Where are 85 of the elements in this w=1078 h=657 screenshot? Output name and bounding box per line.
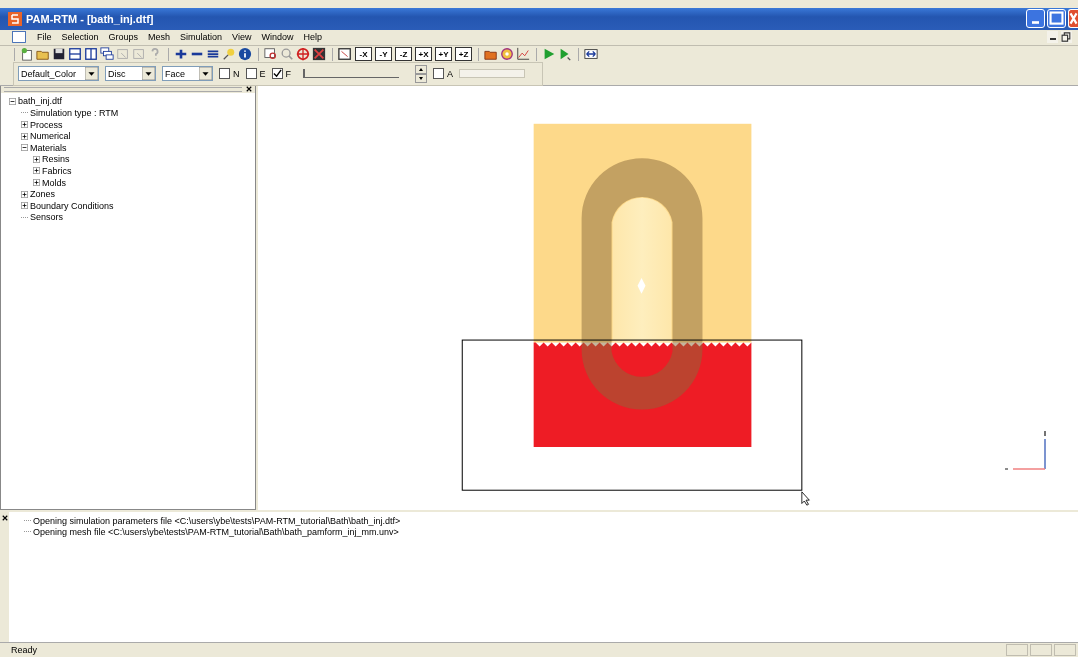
- axis-triad-drawing: [1005, 430, 1049, 471]
- expand-icon[interactable]: [21, 190, 28, 198]
- status-text: Ready: [11, 645, 37, 656]
- tree-item[interactable]: Simulation type : RTM: [30, 107, 119, 118]
- tree-item[interactable]: Resins: [42, 154, 70, 165]
- menu-item[interactable]: Window: [261, 32, 294, 43]
- new-file-icon[interactable]: [20, 47, 34, 62]
- menu-item[interactable]: View: [232, 32, 252, 43]
- checkbox[interactable]: [245, 68, 257, 80]
- app-logo-icon: [8, 11, 22, 26]
- status-pane: [1054, 644, 1076, 657]
- spinner[interactable]: [415, 64, 427, 83]
- close-icon[interactable]: [246, 86, 252, 93]
- zoom-box-icon[interactable]: [264, 47, 278, 62]
- crosshair-icon[interactable]: [296, 47, 310, 62]
- checkbox-label: E: [259, 68, 266, 79]
- minimize-icon: [1049, 38, 1056, 41]
- status-pane: [1030, 644, 1052, 657]
- dropdown[interactable]: Default_Color: [18, 66, 99, 82]
- document-icon: [12, 31, 26, 44]
- horizontal-split-icon[interactable]: [68, 47, 82, 62]
- view-cube-icon[interactable]: [338, 47, 352, 62]
- dropdown-arrow-icon: [142, 67, 155, 81]
- tree-item[interactable]: Fabrics: [42, 165, 72, 176]
- menu-item[interactable]: Help: [303, 32, 322, 43]
- collapse-icon[interactable]: [9, 97, 16, 105]
- log-message: Opening simulation parameters file <C:\users\ybe\tests\PAM-RTM_tutorial\Bath\bath_inj.dtf>: [33, 515, 401, 526]
- fit-view-icon[interactable]: [312, 47, 326, 62]
- minimize-icon: [1032, 21, 1039, 25]
- info-icon[interactable]: [238, 47, 252, 62]
- double-arrow-icon[interactable]: [584, 47, 598, 62]
- view-direction-button[interactable]: -X: [355, 47, 372, 62]
- menu-item[interactable]: Simulation: [180, 32, 223, 43]
- view-direction-button[interactable]: -Y: [375, 47, 392, 62]
- log-message: Opening mesh file <C:\users\ybe\tests\PAM-RTM_tutorial\Bath\bath_pamform_inj_mm.unv>: [33, 526, 399, 537]
- view-direction-button[interactable]: +Y: [435, 47, 452, 62]
- dropdown[interactable]: Disc: [105, 66, 156, 82]
- step-play-icon[interactable]: [558, 47, 572, 62]
- tree-item[interactable]: Zones: [30, 189, 55, 200]
- menu-item[interactable]: File: [37, 32, 52, 43]
- tree-item[interactable]: Sensors: [30, 212, 64, 223]
- save-icon[interactable]: [52, 47, 66, 62]
- expand-icon[interactable]: [33, 155, 40, 163]
- checkbox-label: F: [285, 68, 291, 79]
- checkbox-label: A: [447, 68, 454, 79]
- cursor-icon: [801, 490, 811, 506]
- status-pane: [1006, 644, 1028, 657]
- tree-item[interactable]: Boundary Conditions: [30, 200, 114, 211]
- view-direction-button[interactable]: +Z: [455, 47, 472, 62]
- restore-button[interactable]: [1061, 31, 1072, 44]
- menu-item[interactable]: Selection: [61, 32, 99, 43]
- close-button[interactable]: [1068, 9, 1078, 29]
- expand-icon[interactable]: [21, 132, 28, 140]
- checkbox-label: N: [233, 68, 240, 79]
- checkbox[interactable]: [219, 68, 230, 80]
- checkbox[interactable]: [271, 68, 283, 80]
- view-direction-button[interactable]: +X: [415, 47, 432, 62]
- expand-icon[interactable]: [21, 202, 28, 210]
- close-icon[interactable]: [1, 515, 8, 522]
- input-field[interactable]: [459, 69, 526, 79]
- tree-item[interactable]: Materials: [30, 142, 67, 153]
- gear-icon[interactable]: [500, 47, 514, 62]
- dropdown-arrow-icon: [85, 67, 98, 81]
- window-title: PAM-RTM - [bath_inj.dtf]: [26, 12, 154, 25]
- cascade-windows-icon[interactable]: [100, 47, 114, 62]
- view-direction-button[interactable]: -Z: [395, 47, 412, 62]
- tree-item[interactable]: Molds: [42, 177, 66, 188]
- play-icon[interactable]: [542, 47, 556, 62]
- dropdown[interactable]: Face: [162, 66, 213, 82]
- minimize-button[interactable]: [1026, 9, 1045, 29]
- tree-item[interactable]: bath_inj.dtf: [18, 96, 63, 107]
- menu-item[interactable]: Mesh: [148, 32, 171, 43]
- tree-item[interactable]: Process: [30, 119, 63, 130]
- chart-icon[interactable]: [516, 47, 530, 62]
- checkbox[interactable]: [433, 68, 444, 80]
- dropdown-arrow-icon: [199, 67, 212, 81]
- collapse-icon[interactable]: [21, 144, 28, 152]
- minimize-button[interactable]: [1047, 31, 1058, 44]
- vertical-split-icon[interactable]: [84, 47, 98, 62]
- maximize-button[interactable]: [1047, 9, 1066, 29]
- expand-icon[interactable]: [33, 167, 40, 175]
- tree-item[interactable]: Numerical: [30, 131, 71, 142]
- expand-icon[interactable]: [33, 179, 40, 186]
- expand-icon[interactable]: [21, 121, 28, 129]
- menu-item[interactable]: Groups: [108, 32, 139, 43]
